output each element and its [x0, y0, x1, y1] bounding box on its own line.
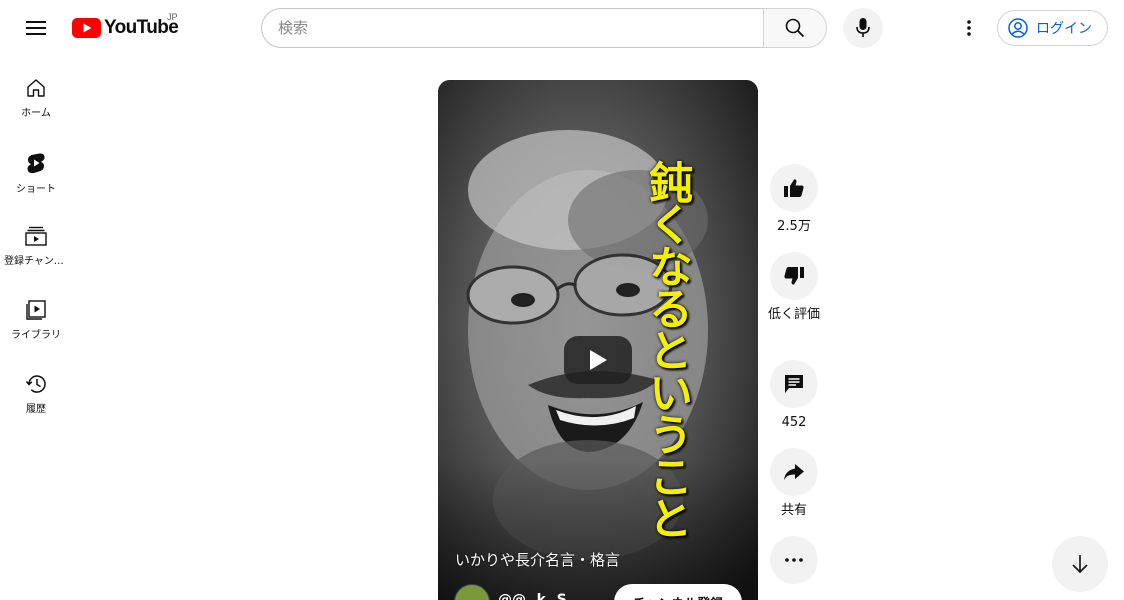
youtube-play-logo-icon	[72, 18, 101, 38]
dislike-button[interactable]	[770, 252, 818, 300]
channel-avatar[interactable]	[454, 584, 490, 600]
more-actions-button[interactable]	[770, 536, 818, 584]
sidebar-item-label: ライブラリ	[11, 330, 61, 341]
guide-menu-button[interactable]	[16, 8, 56, 48]
share-icon	[784, 464, 804, 480]
sidebar-item-history[interactable]: 履歴	[0, 352, 72, 426]
sidebar-item-label: ホーム	[21, 108, 51, 119]
masthead: YouTube JP ログイン	[0, 0, 1124, 56]
dislike-label: 低く評価	[767, 307, 820, 322]
search-button[interactable]	[763, 8, 827, 48]
dislike-action: 低く評価	[768, 252, 820, 324]
like-button[interactable]	[770, 164, 818, 212]
video-overlay-caption: 鈍くなるということ	[641, 160, 692, 538]
account-circle-icon	[1008, 18, 1028, 38]
thumbs-down-icon	[784, 267, 804, 285]
sidebar-item-label: 登録チャンネル	[4, 256, 68, 267]
subscriptions-icon	[25, 226, 47, 246]
login-label: ログイン	[1036, 21, 1092, 37]
channel-row: @@..k..S チャンネル登録	[454, 584, 744, 600]
more-horizontal-icon	[785, 558, 803, 562]
channel-name[interactable]: @@..k..S	[498, 592, 567, 600]
shorts-icon	[27, 153, 45, 174]
search-icon	[785, 18, 805, 38]
sidebar-item-home[interactable]: ホーム	[0, 56, 72, 130]
sidebar-item-label: 履歴	[26, 404, 46, 415]
search-input[interactable]	[262, 9, 764, 47]
microphone-icon	[856, 18, 870, 37]
settings-more-button[interactable]	[949, 8, 989, 48]
sidebar-item-shorts[interactable]: ショート	[0, 130, 72, 204]
login-button[interactable]: ログイン	[997, 10, 1108, 46]
play-button[interactable]	[564, 336, 632, 384]
share-button[interactable]	[770, 448, 818, 496]
comment-icon	[785, 375, 803, 393]
share-label: 共有	[780, 503, 807, 518]
comment-count: 452	[781, 415, 807, 430]
history-icon	[25, 375, 46, 393]
short-title[interactable]: いかりや長介名言・格言	[455, 549, 620, 570]
mini-guide: ホーム ショート 登録チャンネル ライブラリ 履歴	[0, 56, 72, 426]
arrow-down-icon	[1072, 555, 1088, 574]
search-box	[261, 8, 764, 48]
library-icon	[26, 300, 46, 320]
comment-action: 452	[770, 360, 818, 432]
sidebar-item-label: ショート	[16, 184, 56, 195]
like-count: 2.5万	[777, 219, 811, 234]
like-action: 2.5万	[770, 164, 818, 236]
hamburger-icon	[26, 21, 46, 35]
subscribe-button[interactable]: チャンネル登録	[614, 584, 742, 600]
sidebar-item-subscriptions[interactable]: 登録チャンネル	[0, 204, 72, 278]
thumbs-up-icon	[784, 179, 804, 197]
next-short-button[interactable]	[1052, 536, 1108, 592]
more-actions	[770, 536, 818, 584]
home-icon	[27, 79, 45, 97]
region-code: JP	[167, 12, 178, 22]
share-action: 共有	[770, 448, 818, 520]
sidebar-item-library[interactable]: ライブラリ	[0, 278, 72, 352]
more-vertical-icon	[967, 20, 971, 36]
play-icon	[590, 350, 607, 370]
voice-search-button[interactable]	[843, 8, 883, 48]
youtube-logo[interactable]: YouTube	[72, 17, 179, 39]
comments-button[interactable]	[770, 360, 818, 408]
